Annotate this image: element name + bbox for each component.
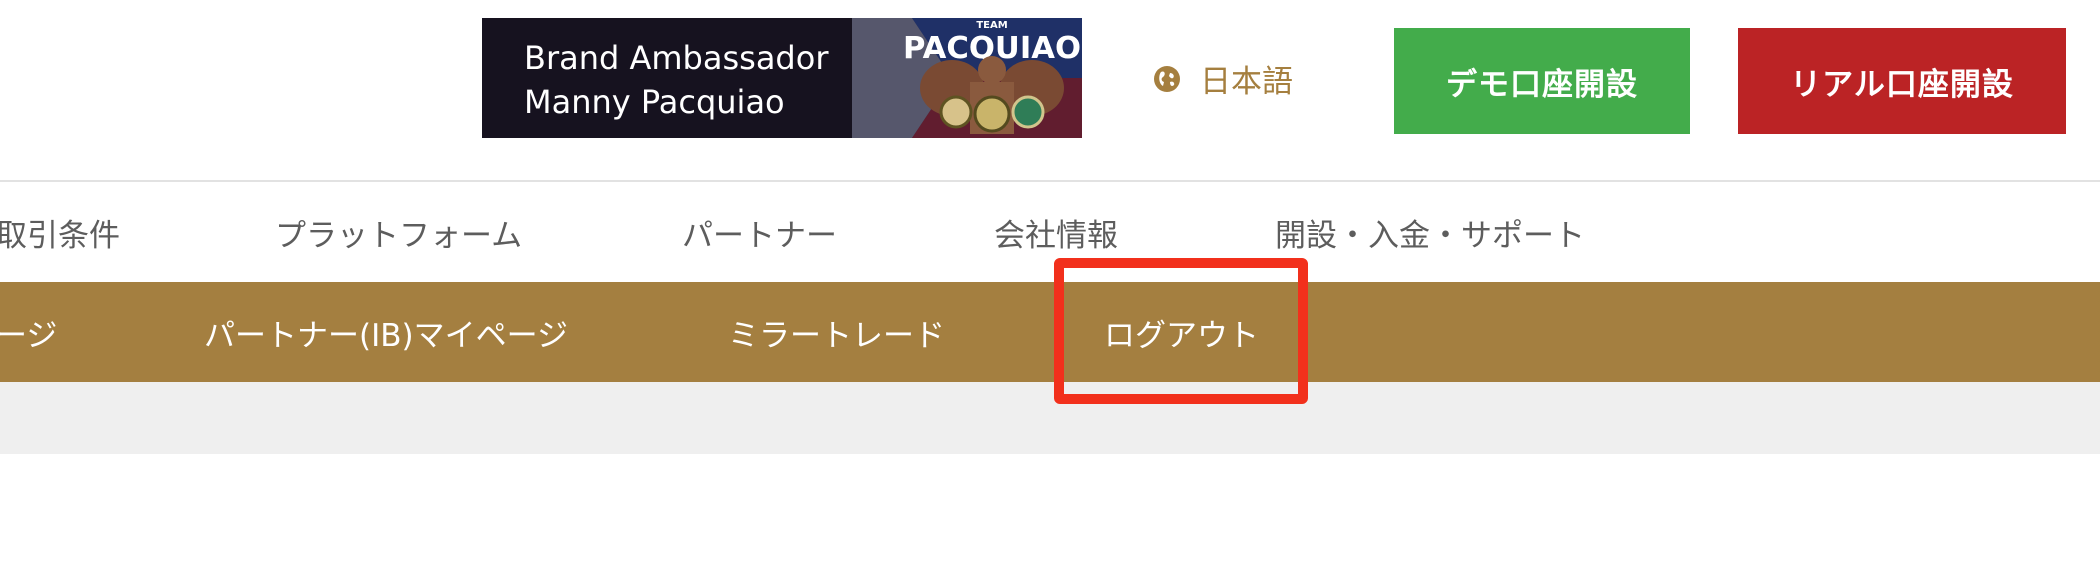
boxer-photo-graphic: TEAM PACQUIAO xyxy=(852,18,1082,138)
language-selector[interactable]: 日本語 xyxy=(1152,56,1293,101)
main-nav-item-trading-conditions[interactable]: 取引条件 xyxy=(0,182,120,282)
site-header: Brand Ambassador Manny Pacquiao TEAM PAC… xyxy=(0,0,2100,182)
language-label: 日本語 xyxy=(1200,64,1293,100)
globe-icon xyxy=(1152,64,1182,94)
banner-text: Brand Ambassador Manny Pacquiao xyxy=(524,36,828,124)
banner-line-1: Brand Ambassador xyxy=(524,39,829,77)
content-band xyxy=(0,382,2100,454)
brand-ambassador-banner[interactable]: Brand Ambassador Manny Pacquiao TEAM PAC… xyxy=(482,18,1082,138)
main-nav-item-partner[interactable]: パートナー xyxy=(682,182,837,282)
member-sub-nav: ージ パートナー(IB)マイページ ミラートレード ログアウト xyxy=(0,282,2100,382)
boxer-photo: TEAM PACQUIAO xyxy=(852,18,1082,138)
sub-nav-item-logout[interactable]: ログアウト xyxy=(1104,282,1259,382)
sub-nav-item-partner-ib-mypage[interactable]: パートナー(IB)マイページ xyxy=(204,282,568,382)
team-text: TEAM xyxy=(976,20,1007,31)
open-demo-account-button[interactable]: デモ口座開設 xyxy=(1394,28,1690,134)
sub-nav-item-mirror-trade[interactable]: ミラートレード xyxy=(728,282,945,382)
main-nav-item-account-support[interactable]: 開設・入金・サポート xyxy=(1275,182,1585,282)
page: Brand Ambassador Manny Pacquiao TEAM PAC… xyxy=(0,0,2100,564)
main-nav: 取引条件 プラットフォーム パートナー 会社情報 開設・入金・サポート xyxy=(0,182,2100,282)
sub-nav-item-mypage[interactable]: ージ xyxy=(0,282,57,382)
open-real-account-button[interactable]: リアル口座開設 xyxy=(1738,28,2066,134)
banner-line-2: Manny Pacquiao xyxy=(524,83,785,121)
main-nav-item-company-info[interactable]: 会社情報 xyxy=(994,182,1118,282)
main-nav-item-platform[interactable]: プラットフォーム xyxy=(275,182,522,282)
